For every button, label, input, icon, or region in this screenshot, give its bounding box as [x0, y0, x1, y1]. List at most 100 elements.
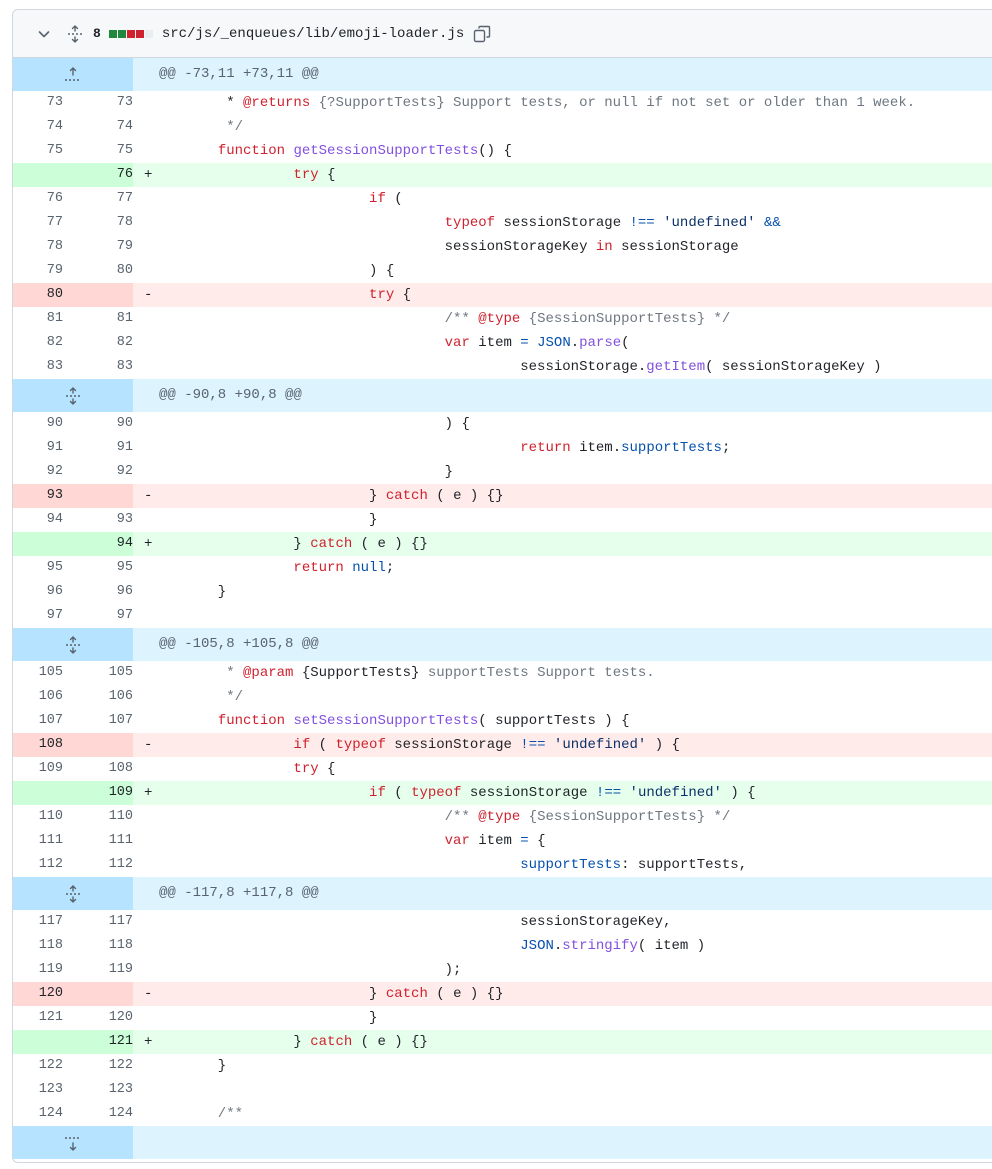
old-line-number[interactable]: 73 [13, 91, 63, 115]
old-line-number[interactable]: 75 [13, 139, 63, 163]
new-line-number[interactable]: 123 [63, 1078, 133, 1102]
old-line-number[interactable]: 110 [13, 805, 63, 829]
file-path[interactable]: src/js/_enqueues/lib/emoji-loader.js [162, 26, 464, 42]
new-line-number[interactable]: 92 [63, 460, 133, 484]
code-token: catch [385, 488, 428, 504]
old-line-number[interactable]: 90 [13, 412, 63, 436]
new-line-number[interactable]: 79 [63, 235, 133, 259]
old-line-number[interactable]: 109 [13, 757, 63, 781]
old-line-number[interactable] [13, 781, 63, 805]
code-text: } [159, 1006, 377, 1030]
old-line-number[interactable]: 93 [13, 484, 63, 508]
old-line-number[interactable]: 106 [13, 685, 63, 709]
new-line-number[interactable] [63, 283, 133, 307]
old-line-number[interactable]: 81 [13, 307, 63, 331]
code-token: {SupportTests} [293, 665, 420, 681]
new-line-number[interactable]: 122 [63, 1054, 133, 1078]
new-line-number[interactable]: 90 [63, 412, 133, 436]
new-line-number[interactable]: 106 [63, 685, 133, 709]
new-line-number[interactable]: 80 [63, 259, 133, 283]
new-line-number[interactable] [63, 982, 133, 1006]
new-line-number[interactable]: 83 [63, 355, 133, 379]
old-line-number[interactable]: 121 [13, 1006, 63, 1030]
old-line-number[interactable]: 96 [13, 580, 63, 604]
expand-all-icon[interactable] [65, 24, 85, 44]
old-line-number[interactable]: 78 [13, 235, 63, 259]
old-line-number[interactable]: 91 [13, 436, 63, 460]
new-line-number[interactable]: 81 [63, 307, 133, 331]
new-line-number[interactable]: 75 [63, 139, 133, 163]
code-token: /** [159, 311, 479, 327]
new-line-number[interactable]: 108 [63, 757, 133, 781]
new-line-number[interactable] [63, 484, 133, 508]
collapse-chevron-down-icon[interactable] [35, 25, 53, 43]
new-line-number[interactable]: 74 [63, 115, 133, 139]
old-line-number[interactable]: 123 [13, 1078, 63, 1102]
code-token: ( e ) {} [427, 986, 504, 1002]
new-line-number[interactable]: 73 [63, 91, 133, 115]
old-line-number[interactable]: 124 [13, 1102, 63, 1126]
old-line-number[interactable] [13, 1030, 63, 1054]
old-line-number[interactable]: 74 [13, 115, 63, 139]
new-line-number[interactable]: 124 [63, 1102, 133, 1126]
old-line-number[interactable]: 117 [13, 910, 63, 934]
new-line-number[interactable]: 93 [63, 508, 133, 532]
context-line: 75 75 function getSessionSupportTests() { [13, 139, 992, 163]
old-line-number[interactable]: 118 [13, 934, 63, 958]
expand-icon[interactable] [13, 628, 133, 661]
old-line-number[interactable]: 79 [13, 259, 63, 283]
code-text: ); [159, 958, 462, 982]
diffstat-square [135, 29, 144, 38]
new-line-number[interactable]: 110 [63, 805, 133, 829]
new-line-number[interactable]: 111 [63, 829, 133, 853]
old-line-number[interactable] [13, 163, 63, 187]
new-line-number[interactable]: 91 [63, 436, 133, 460]
old-line-number[interactable]: 76 [13, 187, 63, 211]
old-line-number[interactable] [13, 532, 63, 556]
new-line-number[interactable]: 94 [63, 532, 133, 556]
expand-icon[interactable] [13, 877, 133, 910]
new-line-number[interactable]: 118 [63, 934, 133, 958]
new-line-number[interactable]: 82 [63, 331, 133, 355]
code-token: JSON [537, 335, 571, 351]
new-line-number[interactable]: 96 [63, 580, 133, 604]
new-line-number[interactable] [63, 733, 133, 757]
context-line: 74 74 */ [13, 115, 992, 139]
new-line-number[interactable]: 107 [63, 709, 133, 733]
old-line-number[interactable]: 105 [13, 661, 63, 685]
old-line-number[interactable]: 119 [13, 958, 63, 982]
code-token: return [520, 440, 571, 456]
expand-up-icon[interactable] [13, 58, 133, 91]
new-line-number[interactable]: 78 [63, 211, 133, 235]
old-line-number[interactable]: 95 [13, 556, 63, 580]
old-line-number[interactable]: 77 [13, 211, 63, 235]
old-line-number[interactable]: 108 [13, 733, 63, 757]
old-line-number[interactable]: 82 [13, 331, 63, 355]
code-token: ( [310, 737, 336, 753]
old-line-number[interactable]: 122 [13, 1054, 63, 1078]
new-line-number[interactable]: 76 [63, 163, 133, 187]
new-line-number[interactable]: 77 [63, 187, 133, 211]
old-line-number[interactable]: 80 [13, 283, 63, 307]
new-line-number[interactable]: 117 [63, 910, 133, 934]
old-line-number[interactable]: 83 [13, 355, 63, 379]
old-line-number[interactable]: 97 [13, 604, 63, 628]
new-line-number[interactable]: 97 [63, 604, 133, 628]
new-line-number[interactable]: 119 [63, 958, 133, 982]
expand-down-icon[interactable] [13, 1126, 133, 1159]
expand-icon[interactable] [13, 379, 133, 412]
new-line-number[interactable]: 95 [63, 556, 133, 580]
old-line-number[interactable]: 92 [13, 460, 63, 484]
old-line-number[interactable]: 120 [13, 982, 63, 1006]
new-line-number[interactable]: 112 [63, 853, 133, 877]
new-line-number[interactable]: 121 [63, 1030, 133, 1054]
new-line-number[interactable]: 105 [63, 661, 133, 685]
new-line-number[interactable]: 109 [63, 781, 133, 805]
copy-icon[interactable] [472, 24, 492, 44]
old-line-number[interactable]: 111 [13, 829, 63, 853]
new-line-number[interactable]: 120 [63, 1006, 133, 1030]
old-line-number[interactable]: 94 [13, 508, 63, 532]
code-token: null [352, 560, 386, 576]
old-line-number[interactable]: 107 [13, 709, 63, 733]
old-line-number[interactable]: 112 [13, 853, 63, 877]
